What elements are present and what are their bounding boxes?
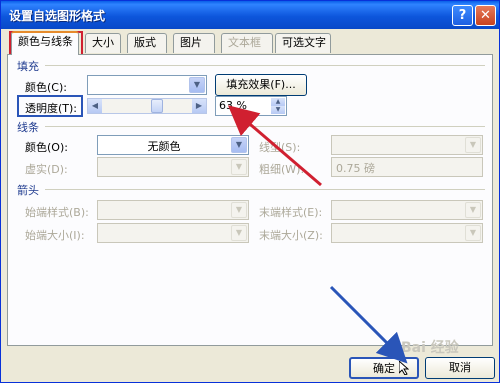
chevron-down-icon: ▼: [231, 202, 247, 218]
fill-effects-button[interactable]: 填充效果(F)...: [215, 74, 307, 96]
title-bar[interactable]: 设置自选图形格式 ? ✕: [1, 1, 499, 29]
line-color-value: 无颜色: [147, 140, 181, 153]
end-size-dropdown: ▼: [331, 223, 483, 243]
tab-picture[interactable]: 图片: [173, 33, 215, 53]
fill-color-label: 颜色(C):: [25, 81, 67, 94]
transparency-slider[interactable]: ◀ ▶: [87, 98, 207, 114]
fill-color-dropdown[interactable]: ▼: [87, 75, 207, 95]
line-section-label: 线条: [17, 121, 39, 134]
begin-size-dropdown: ▼: [97, 223, 249, 243]
chevron-down-icon: ▼: [465, 137, 481, 153]
section-divider: [45, 126, 485, 127]
mouse-cursor-icon: [398, 359, 410, 376]
line-color-dropdown[interactable]: 无颜色 ▼: [97, 135, 249, 155]
end-style-dropdown: ▼: [331, 200, 483, 220]
section-divider: [45, 65, 485, 66]
tab-layout[interactable]: 版式: [127, 33, 167, 53]
line-color-label: 颜色(O):: [25, 141, 68, 154]
chevron-right-icon[interactable]: ▶: [192, 99, 206, 113]
tab-alt-text[interactable]: 可选文字: [275, 33, 331, 53]
spin-down-icon[interactable]: ▼: [271, 106, 285, 114]
tab-text-box: 文本框: [221, 33, 273, 53]
chevron-down-icon[interactable]: ▼: [231, 137, 247, 153]
arrows-section-label: 箭头: [17, 184, 39, 197]
end-size-label: 末端大小(Z):: [259, 229, 323, 242]
format-autoshape-dialog: 设置自选图形格式 ? ✕ 颜色与线条 大小 版式 图片 文本框 可选文字 填充 …: [0, 0, 500, 383]
blue-highlight-box: [17, 95, 83, 117]
weight-label: 粗细(W):: [259, 163, 305, 176]
tab-size[interactable]: 大小: [85, 33, 121, 53]
spin-up-icon[interactable]: ▲: [271, 98, 285, 106]
section-divider: [45, 189, 485, 190]
chevron-down-icon: ▼: [465, 225, 481, 241]
help-icon[interactable]: ?: [452, 5, 473, 26]
baidu-watermark: Bai 经验: [401, 340, 459, 356]
weight-spinner: 0.75 磅: [331, 157, 483, 177]
chevron-down-icon: ▼: [231, 159, 247, 175]
dialog-title: 设置自选图形格式: [9, 9, 106, 23]
begin-size-label: 始端大小(I):: [25, 229, 85, 242]
end-style-label: 末端样式(E):: [259, 206, 323, 219]
weight-value: 0.75 磅: [336, 162, 375, 175]
begin-style-dropdown: ▼: [97, 200, 249, 220]
slider-thumb[interactable]: [151, 99, 163, 113]
mouse-cursor-icon: [398, 359, 410, 376]
chevron-down-icon: ▼: [465, 202, 481, 218]
fill-section-label: 填充: [17, 60, 39, 73]
tab-strip: 颜色与线条 大小 版式 图片 文本框 可选文字: [1, 31, 499, 55]
close-icon[interactable]: ✕: [475, 5, 496, 26]
dashed-dropdown: ▼: [97, 157, 249, 177]
line-style-label: 线型(S):: [259, 141, 301, 154]
transparency-value[interactable]: 63 %: [219, 99, 247, 112]
dashed-label: 虚实(D):: [25, 163, 68, 176]
transparency-spinner[interactable]: 63 % ▲ ▼: [215, 96, 287, 116]
cancel-button[interactable]: 取消: [425, 357, 495, 379]
chevron-down-icon[interactable]: ▼: [189, 77, 205, 93]
chevron-left-icon[interactable]: ◀: [88, 99, 102, 113]
begin-style-label: 始端样式(B):: [25, 206, 89, 219]
line-style-dropdown: ▼: [331, 135, 483, 155]
chevron-down-icon: ▼: [231, 225, 247, 241]
tab-colors-and-lines[interactable]: 颜色与线条: [11, 31, 79, 55]
